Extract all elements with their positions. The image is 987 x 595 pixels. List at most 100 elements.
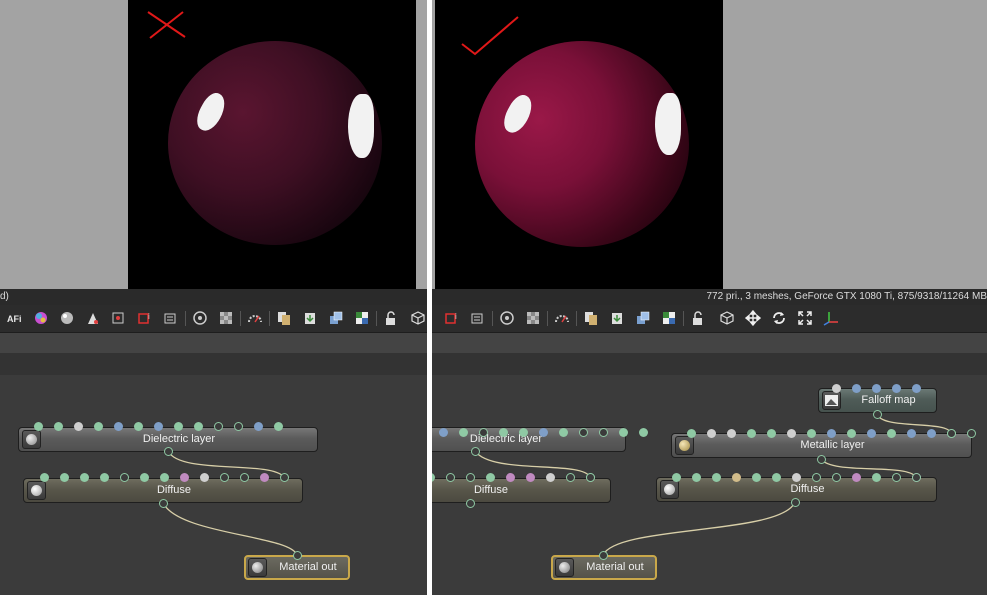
node-port[interactable] bbox=[619, 428, 628, 437]
node-port[interactable] bbox=[832, 473, 841, 482]
node-port[interactable] bbox=[164, 447, 173, 456]
node-port[interactable] bbox=[214, 422, 223, 431]
node-port[interactable] bbox=[892, 384, 901, 393]
node-port[interactable] bbox=[54, 422, 63, 431]
render-pass-icon[interactable] bbox=[111, 310, 127, 326]
lock-icon[interactable] bbox=[383, 310, 399, 326]
node-port[interactable] bbox=[74, 422, 83, 431]
rotate-icon[interactable] bbox=[771, 310, 787, 326]
node-port[interactable] bbox=[140, 473, 149, 482]
node-port[interactable] bbox=[479, 428, 488, 437]
color-wheel-icon[interactable] bbox=[33, 310, 49, 326]
node-port[interactable] bbox=[712, 473, 721, 482]
node-port[interactable] bbox=[506, 473, 515, 482]
lock-icon[interactable] bbox=[690, 310, 706, 326]
film-region-icon[interactable] bbox=[163, 310, 179, 326]
node-port[interactable] bbox=[519, 428, 528, 437]
node-port[interactable] bbox=[94, 422, 103, 431]
node-port[interactable] bbox=[747, 429, 756, 438]
node-port[interactable] bbox=[120, 473, 129, 482]
paint-icon[interactable] bbox=[85, 310, 101, 326]
node-port[interactable] bbox=[274, 422, 283, 431]
node-port[interactable] bbox=[687, 429, 696, 438]
texture-icon[interactable] bbox=[218, 310, 234, 326]
exposure-icon[interactable] bbox=[554, 310, 570, 326]
node-port[interactable] bbox=[752, 473, 761, 482]
paste-icon[interactable] bbox=[609, 310, 625, 326]
node-port[interactable] bbox=[672, 473, 681, 482]
node-port[interactable] bbox=[586, 473, 595, 482]
node-port[interactable] bbox=[566, 473, 575, 482]
film-region-icon[interactable] bbox=[470, 310, 486, 326]
node-port[interactable] bbox=[134, 422, 143, 431]
node-port[interactable] bbox=[599, 428, 608, 437]
node-port[interactable] bbox=[873, 410, 882, 419]
node-port[interactable] bbox=[852, 384, 861, 393]
cube-icon[interactable] bbox=[719, 310, 735, 326]
node-port[interactable] bbox=[967, 429, 976, 438]
node-port[interactable] bbox=[927, 429, 936, 438]
node-port[interactable] bbox=[154, 422, 163, 431]
node-port[interactable] bbox=[692, 473, 701, 482]
node-port[interactable] bbox=[180, 473, 189, 482]
node-port[interactable] bbox=[34, 422, 43, 431]
node-port[interactable] bbox=[892, 473, 901, 482]
move-icon[interactable] bbox=[744, 309, 762, 327]
checker-icon[interactable] bbox=[354, 310, 370, 326]
node-port[interactable] bbox=[200, 473, 209, 482]
layers-icon[interactable] bbox=[635, 310, 651, 326]
cube-icon[interactable] bbox=[410, 310, 426, 326]
node-port[interactable] bbox=[280, 473, 289, 482]
node-port[interactable] bbox=[159, 499, 168, 508]
node-port[interactable] bbox=[579, 428, 588, 437]
node-port[interactable] bbox=[791, 498, 800, 507]
node-port[interactable] bbox=[947, 429, 956, 438]
node-port[interactable] bbox=[40, 473, 49, 482]
node-port[interactable] bbox=[466, 499, 475, 508]
node-port[interactable] bbox=[526, 473, 535, 482]
render-viewport[interactable] bbox=[435, 0, 723, 289]
node-port[interactable] bbox=[787, 429, 796, 438]
fit-icon[interactable] bbox=[797, 310, 813, 326]
region-icon[interactable]: i bbox=[444, 310, 460, 326]
node-port[interactable] bbox=[240, 473, 249, 482]
node-port[interactable] bbox=[100, 473, 109, 482]
node-port[interactable] bbox=[912, 473, 921, 482]
node-port[interactable] bbox=[817, 455, 826, 464]
checker-icon[interactable] bbox=[661, 310, 677, 326]
node-port[interactable] bbox=[732, 473, 741, 482]
node-port[interactable] bbox=[471, 447, 480, 456]
node-port[interactable] bbox=[160, 473, 169, 482]
exposure-icon[interactable] bbox=[247, 310, 263, 326]
paste-icon[interactable] bbox=[302, 310, 318, 326]
sphere-sample-icon[interactable] bbox=[59, 310, 75, 326]
node-port[interactable] bbox=[639, 428, 648, 437]
region-icon[interactable]: i bbox=[137, 310, 153, 326]
copy-icon[interactable] bbox=[583, 310, 599, 326]
node-port[interactable] bbox=[114, 422, 123, 431]
camera-settings-icon[interactable] bbox=[192, 310, 208, 326]
node-port[interactable] bbox=[80, 473, 89, 482]
node-graph[interactable]: Dielectric layer Diffuse Material out bbox=[0, 375, 427, 595]
node-port[interactable] bbox=[872, 473, 881, 482]
texture-icon[interactable] bbox=[525, 310, 541, 326]
node-port[interactable] bbox=[827, 429, 836, 438]
node-port[interactable] bbox=[767, 429, 776, 438]
node-port[interactable] bbox=[559, 428, 568, 437]
node-port[interactable] bbox=[459, 428, 468, 437]
node-port[interactable] bbox=[539, 428, 548, 437]
node-port[interactable] bbox=[234, 422, 243, 431]
node-port[interactable] bbox=[847, 429, 856, 438]
axes-icon[interactable] bbox=[823, 310, 839, 326]
node-port[interactable] bbox=[439, 428, 448, 437]
node-port[interactable] bbox=[220, 473, 229, 482]
node-port[interactable] bbox=[872, 384, 881, 393]
afi-icon[interactable]: AFi bbox=[7, 310, 23, 326]
node-port[interactable] bbox=[60, 473, 69, 482]
copy-icon[interactable] bbox=[276, 310, 292, 326]
node-port[interactable] bbox=[772, 473, 781, 482]
node-port[interactable] bbox=[812, 473, 821, 482]
diffuse-node[interactable]: Diffuse bbox=[432, 478, 611, 503]
node-port[interactable] bbox=[499, 428, 508, 437]
node-port[interactable] bbox=[446, 473, 455, 482]
